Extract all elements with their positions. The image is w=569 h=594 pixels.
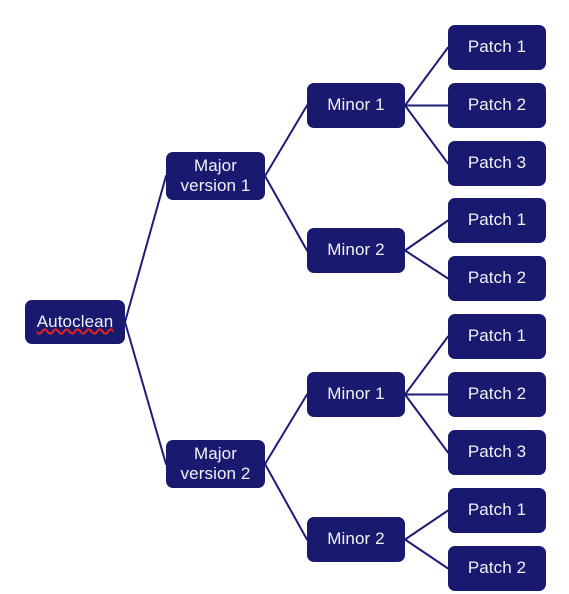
edge-m2_minor1-to-p_c1 [404,335,449,396]
node-p_d2[interactable]: Patch 2 [448,546,546,591]
edge-major2-to-m2_minor1 [264,393,308,465]
node-label-p_a2: Patch 2 [467,95,527,115]
node-p_a3[interactable]: Patch 3 [448,141,546,186]
node-m2_minor2[interactable]: Minor 2 [307,517,405,562]
node-label-p_d2: Patch 2 [467,558,527,578]
node-label-root: Autoclean [36,311,114,331]
node-label-m2_minor2: Minor 2 [327,529,385,549]
node-m1_minor1[interactable]: Minor 1 [307,83,405,128]
node-label-p_b1: Patch 1 [467,210,527,230]
edge-root-to-major2 [124,321,167,465]
node-p_b1[interactable]: Patch 1 [448,198,546,243]
node-p_b2[interactable]: Patch 2 [448,256,546,301]
edge-m1_minor2-to-p_b2 [404,249,449,280]
edge-major1-to-m1_minor2 [264,175,308,252]
node-p_c1[interactable]: Patch 1 [448,314,546,359]
node-label-p_a1: Patch 1 [467,37,527,57]
node-label-major1: Major version 1 [180,155,251,195]
node-label-major2: Major version 2 [180,443,251,483]
version-tree-diagram: Autoclean Major version 1 Major version 2 M… [0,0,569,594]
edge-m1_minor1-to-p_a3 [404,104,449,165]
node-p_c3[interactable]: Patch 3 [448,430,546,475]
node-label-p_a3: Patch 3 [467,153,527,173]
node-m2_minor1[interactable]: Minor 1 [307,372,405,417]
node-label-m1_minor1: Minor 1 [327,95,385,115]
node-p_c2[interactable]: Patch 2 [448,372,546,417]
node-label-p_c2: Patch 2 [467,384,527,404]
edge-major1-to-m1_minor1 [264,104,308,177]
node-m1_minor2[interactable]: Minor 2 [307,228,405,273]
edge-m1_minor1-to-p_a1 [404,46,449,107]
node-label-m2_minor1: Minor 1 [327,384,385,404]
edge-major2-to-m2_minor2 [264,463,308,541]
edge-root-to-major1 [124,175,167,323]
edge-m1_minor2-to-p_b1 [404,219,449,252]
node-major1[interactable]: Major version 1 [166,152,265,200]
node-label-m1_minor2: Minor 2 [327,240,385,260]
node-major2[interactable]: Major version 2 [166,440,265,488]
node-label-p_b2: Patch 2 [467,268,527,288]
edge-m2_minor2-to-p_d1 [404,509,449,541]
edge-m2_minor2-to-p_d2 [404,538,449,570]
node-p_d1[interactable]: Patch 1 [448,488,546,533]
node-label-p_c1: Patch 1 [467,326,527,346]
node-p_a2[interactable]: Patch 2 [448,83,546,128]
node-root[interactable]: Autoclean [25,300,125,344]
edge-m2_minor1-to-p_c3 [404,393,449,454]
node-p_a1[interactable]: Patch 1 [448,25,546,70]
node-label-p_c3: Patch 3 [467,442,527,462]
node-label-p_d1: Patch 1 [467,500,527,520]
